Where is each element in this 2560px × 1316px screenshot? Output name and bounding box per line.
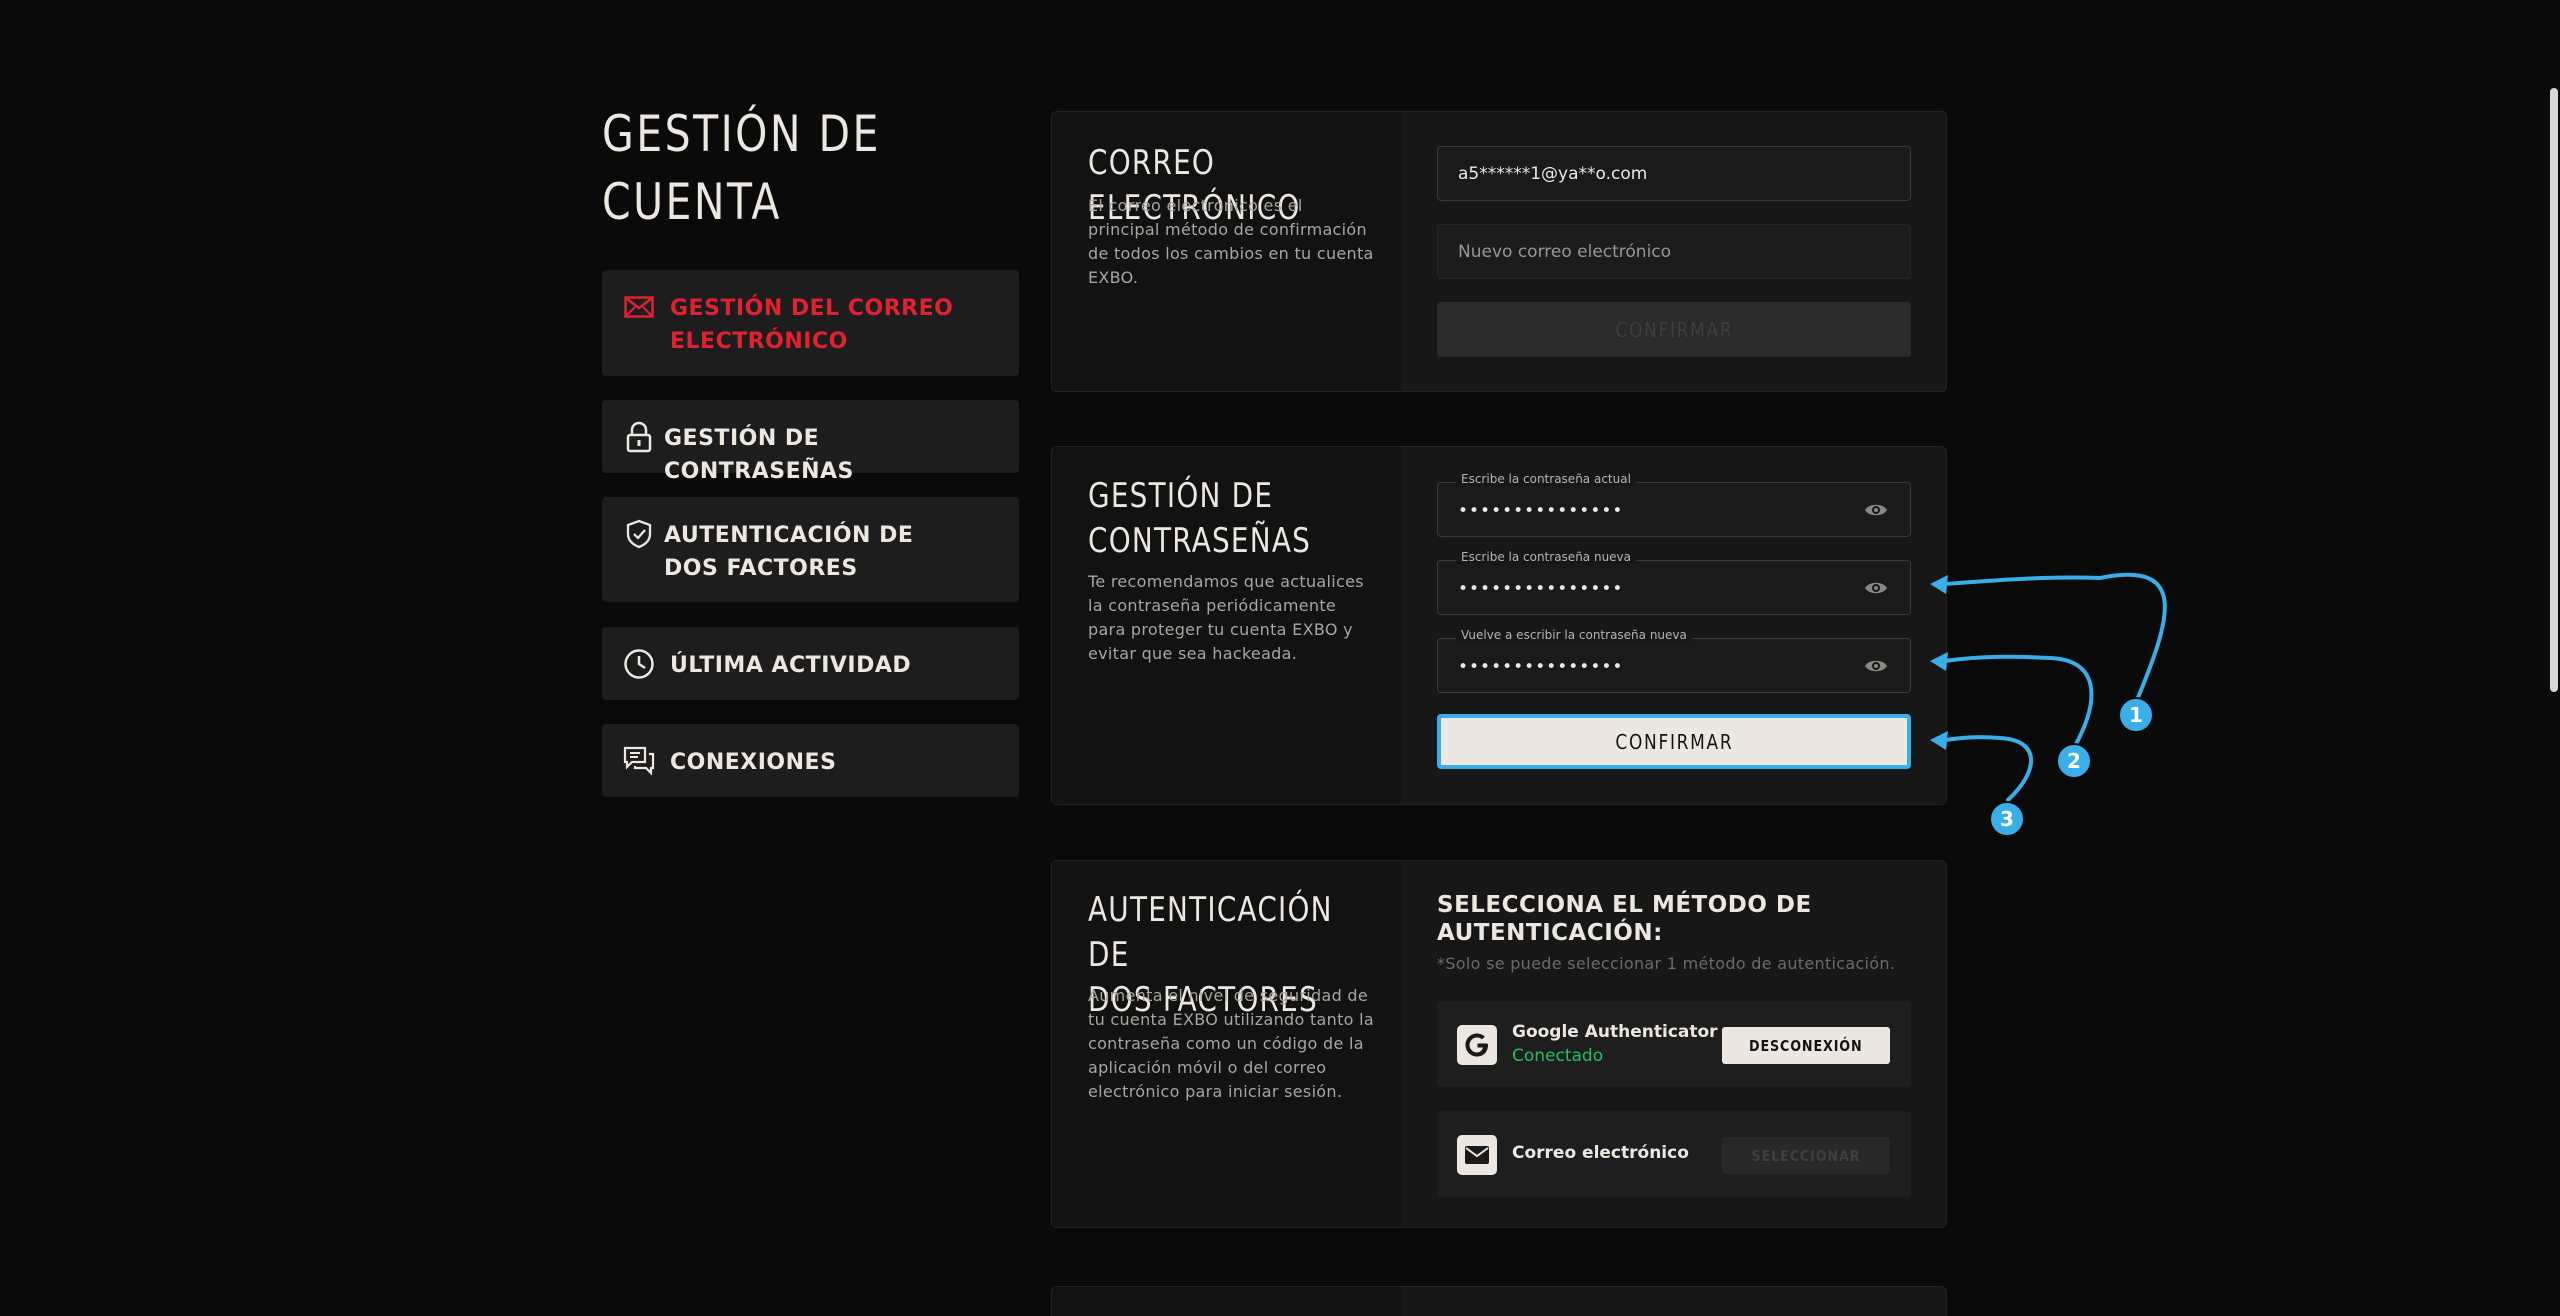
disconnect-button[interactable]: DESCONEXIÓN: [1722, 1027, 1890, 1064]
email-confirm-button[interactable]: CONFIRMAR: [1437, 302, 1911, 357]
repeat-password-label: Vuelve a escribir la contraseña nueva: [1456, 628, 1692, 642]
new-password-label: Escribe la contraseña nueva: [1456, 550, 1637, 564]
sidebar-item-email[interactable]: GESTIÓN DEL CORREO ELECTRÓNICO: [602, 270, 1019, 376]
new-password-field[interactable]: Escribe la contraseña nueva ••••••••••••…: [1437, 550, 1911, 615]
eye-icon[interactable]: [1864, 656, 1888, 676]
disconnect-label: DESCONEXIÓN: [1749, 1036, 1863, 1055]
scrollbar[interactable]: [2546, 0, 2560, 1316]
annotation-badge-3: 3: [1989, 801, 2025, 837]
auth-method-name: Google Authenticator: [1512, 1022, 1718, 1042]
current-password-value: •••••••••••••••: [1458, 500, 1624, 521]
password-confirm-label: CONFIRMAR: [1615, 729, 1733, 754]
next-card-form: [1401, 1287, 1946, 1316]
new-password-value: •••••••••••••••: [1458, 578, 1624, 599]
password-card-info: GESTIÓN DE CONTRASEÑAS Te recomendamos q…: [1052, 447, 1401, 804]
sidebar-item-passwords[interactable]: GESTIÓN DE CONTRASEÑAS: [602, 400, 1019, 484]
annotation-badge-2: 2: [2056, 743, 2092, 779]
password-card-title: GESTIÓN DE CONTRASEÑAS: [1088, 476, 1312, 561]
sidebar-item-connections[interactable]: CONEXIONES: [602, 724, 1019, 797]
current-email-value: a5******1@ya**o.com: [1458, 163, 1648, 184]
sidebar-item-last-activity[interactable]: ÚLTIMA ACTIVIDAD: [602, 627, 1019, 700]
sidebar-item-label: GESTIÓN DE CONTRASEÑAS: [664, 426, 854, 484]
annotation-badge-1: 1: [2118, 697, 2154, 733]
auth-method-google: Google Authenticator Conectado DESCONEXI…: [1437, 1001, 1911, 1087]
envelope-icon: [622, 290, 656, 324]
auth-method-status: Conectado: [1512, 1046, 1604, 1066]
clock-icon: [622, 647, 656, 681]
sidebar-item-label: GESTIÓN DEL CORREO ELECTRÓNICO: [670, 296, 954, 354]
password-card-form: Escribe la contraseña actual •••••••••••…: [1401, 447, 1946, 804]
auth-method-heading: SELECCIONA EL MÉTODO DE AUTENTICACIÓN:: [1437, 892, 1812, 946]
new-email-placeholder: Nuevo correo electrónico: [1458, 241, 1672, 262]
chat-bubbles-icon: [622, 744, 656, 778]
next-card: [1051, 1286, 1947, 1316]
select-label: SELECCIONAR: [1751, 1146, 1861, 1165]
email-card: CORREO ELECTRÓNICO El correo electrónico…: [1051, 111, 1947, 392]
password-card-description: Te recomendamos que actualices la contra…: [1088, 572, 1364, 663]
current-password-field[interactable]: Escribe la contraseña actual •••••••••••…: [1437, 472, 1911, 537]
email-card-description: El correo electrónico es el principal mé…: [1088, 196, 1374, 287]
twofa-card-description: Aumenta el nivel de seguridad de tu cuen…: [1088, 986, 1374, 1101]
repeat-password-value: •••••••••••••••: [1458, 656, 1624, 677]
select-button[interactable]: SELECCIONAR: [1722, 1137, 1890, 1174]
auth-method-name: Correo electrónico: [1512, 1143, 1689, 1163]
twofa-card: AUTENTICACIÓN DE DOS FACTORES Aumenta el…: [1051, 860, 1947, 1228]
password-confirm-button[interactable]: CONFIRMAR: [1437, 714, 1911, 769]
twofa-card-info: AUTENTICACIÓN DE DOS FACTORES Aumenta el…: [1052, 861, 1401, 1227]
sidebar-item-label: ÚLTIMA ACTIVIDAD: [670, 653, 912, 678]
auth-method-email: Correo electrónico SELECCIONAR: [1437, 1111, 1911, 1197]
sidebar-item-label: AUTENTICACIÓN DE DOS FACTORES: [664, 523, 914, 581]
email-card-info: CORREO ELECTRÓNICO El correo electrónico…: [1052, 112, 1401, 391]
twofa-card-form: SELECCIONA EL MÉTODO DE AUTENTICACIÓN: *…: [1401, 861, 1946, 1227]
page-title: GESTIÓN DE CUENTA: [602, 105, 881, 231]
sidebar-item-label: CONEXIONES: [670, 750, 837, 775]
current-password-label: Escribe la contraseña actual: [1456, 472, 1636, 486]
lock-icon: [622, 420, 656, 454]
repeat-password-field[interactable]: Vuelve a escribir la contraseña nueva ••…: [1437, 628, 1911, 693]
email-card-form: a5******1@ya**o.com Nuevo correo electró…: [1401, 112, 1946, 391]
eye-icon[interactable]: [1864, 578, 1888, 598]
sidebar-item-2fa[interactable]: AUTENTICACIÓN DE DOS FACTORES: [602, 497, 1019, 602]
google-g-icon: [1457, 1025, 1497, 1065]
password-card: GESTIÓN DE CONTRASEÑAS Te recomendamos q…: [1051, 446, 1947, 805]
auth-method-note: *Solo se puede seleccionar 1 método de a…: [1437, 954, 1896, 973]
new-email-field[interactable]: Nuevo correo electrónico: [1437, 224, 1911, 279]
email-confirm-label: CONFIRMAR: [1615, 317, 1733, 342]
current-email-field[interactable]: a5******1@ya**o.com: [1437, 146, 1911, 201]
envelope-icon: [1457, 1135, 1497, 1175]
shield-check-icon: [622, 517, 656, 551]
scrollbar-thumb[interactable]: [2550, 88, 2558, 692]
next-card-info: [1052, 1287, 1401, 1316]
eye-icon[interactable]: [1864, 500, 1888, 520]
